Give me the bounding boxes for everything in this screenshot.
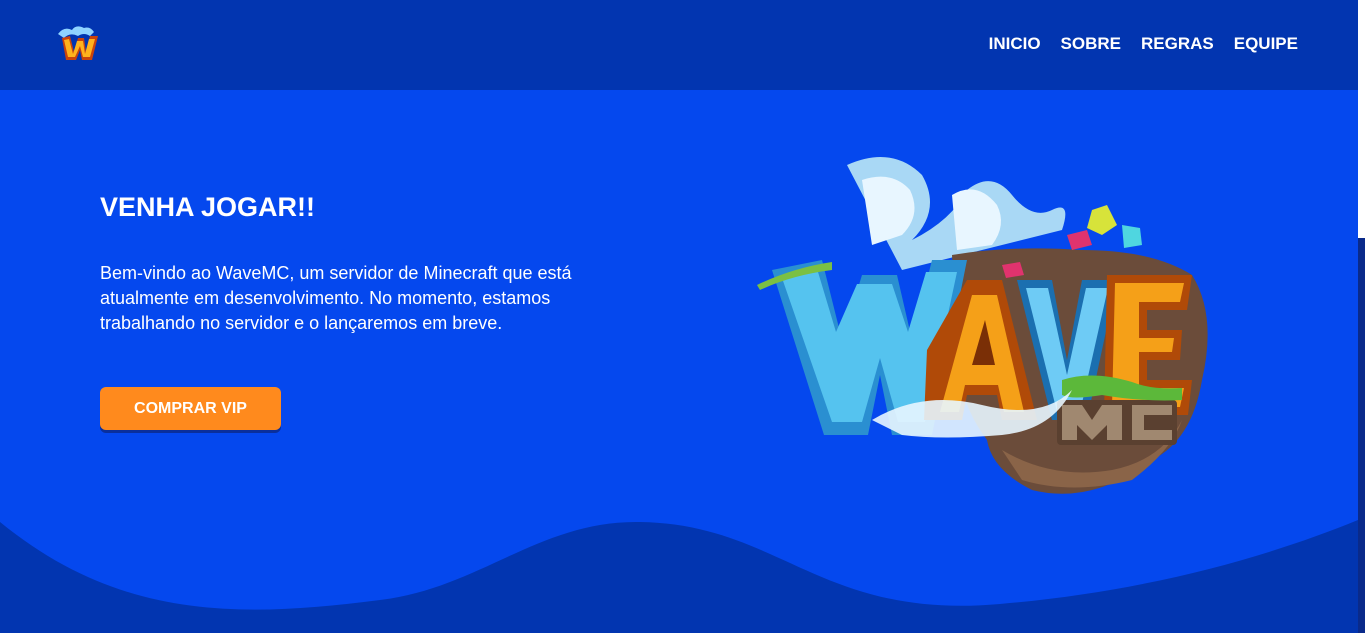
buy-vip-button[interactable]: COMPRAR VIP — [100, 387, 281, 430]
hero-description: Bem-vindo ao WaveMC, um servidor de Mine… — [100, 263, 572, 333]
hero-title: VENHA JOGAR!! — [100, 192, 316, 222]
scrollbar-thumb[interactable] — [1358, 238, 1365, 633]
nav-link-sobre[interactable]: SOBRE — [1061, 34, 1121, 54]
wavemc-logo-icon[interactable] — [54, 24, 100, 64]
nav-link-inicio[interactable]: INICIO — [989, 34, 1041, 54]
nav-link-equipe[interactable]: EQUIPE — [1234, 34, 1298, 54]
wave-decoration — [0, 520, 1358, 633]
main-nav: INICIO SOBRE REGRAS EQUIPE — [989, 34, 1298, 54]
nav-link-regras[interactable]: REGRAS — [1141, 34, 1214, 54]
wavemc-hero-logo — [757, 157, 1208, 494]
navbar: INICIO SOBRE REGRAS EQUIPE — [0, 0, 1358, 90]
